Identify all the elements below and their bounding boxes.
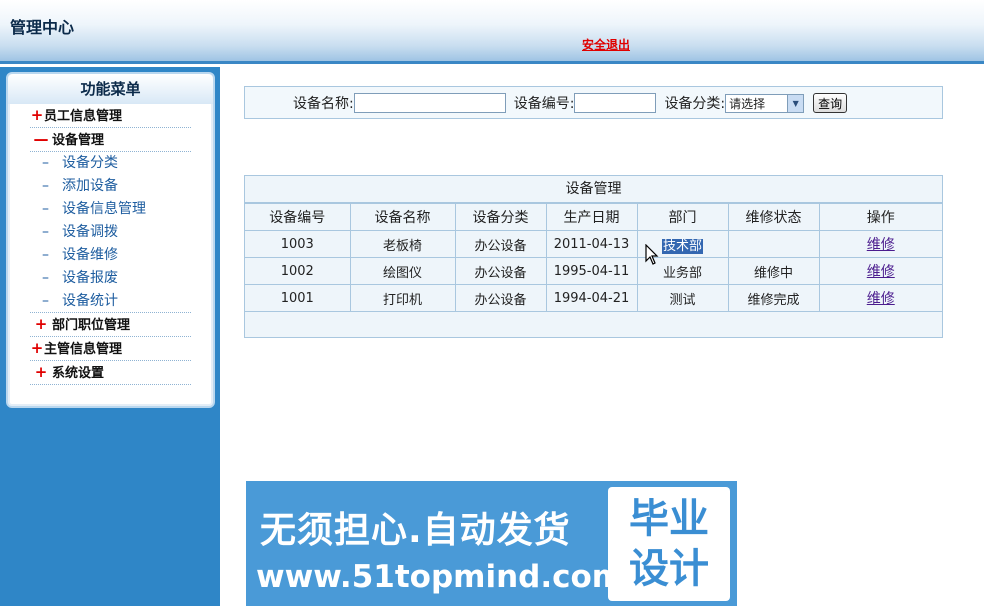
table-caption: 设备管理: [245, 176, 942, 203]
cell-number: 1003: [245, 230, 351, 258]
dash-icon: –: [42, 155, 49, 171]
menu-group-settings[interactable]: + 系统设置: [30, 361, 191, 385]
number-label: 设备编号:: [513, 96, 575, 112]
dropdown-arrow-icon[interactable]: ▼: [787, 94, 804, 112]
category-label: 设备分类:: [664, 96, 726, 112]
app-title: 管理中心: [10, 18, 75, 37]
table-row: 1001 打印机 办公设备 1994-04-21 测试 维修完成 维修: [245, 284, 942, 312]
badge-line1: 毕业: [629, 496, 709, 542]
cell-category: 办公设备: [454, 257, 547, 285]
column-header: 部门: [636, 203, 729, 231]
column-header: 维修状态: [727, 203, 820, 231]
dash-icon: –: [42, 178, 49, 194]
menu-group-department[interactable]: + 部门职位管理: [30, 313, 191, 337]
cell-date: 1994-04-21: [545, 284, 638, 312]
mouse-cursor-icon: [645, 244, 659, 265]
equipment-number-input[interactable]: [574, 93, 657, 113]
menu-group-label: 设备管理: [52, 133, 105, 148]
menu-item-label: 设备统计: [62, 293, 118, 309]
menu-group-equipment[interactable]: — 设备管理: [30, 128, 191, 152]
menu-item-add-equipment[interactable]: – 添加设备: [30, 175, 191, 198]
cell-number: 1001: [245, 284, 351, 312]
banner-badge: 毕业 设计: [608, 487, 730, 601]
cell-repair-status: 维修完成: [727, 284, 820, 312]
category-select[interactable]: 请选择 ▼: [725, 93, 805, 113]
dash-icon: –: [42, 247, 49, 263]
menu-item-label: 设备信息管理: [62, 201, 146, 217]
cell-department: 测试: [636, 284, 729, 312]
cell-name: 打印机: [349, 284, 456, 312]
column-header: 设备编号: [245, 203, 351, 231]
menu-group-label: 系统设置: [52, 366, 105, 381]
repair-link[interactable]: 维修: [867, 264, 895, 280]
menu-item-equipment-transfer[interactable]: – 设备调拨: [30, 221, 191, 244]
function-menu: 功能菜单 +员工信息管理 — 设备管理 – 设备分类 – 添加设备 – 设备信息管理 –…: [6, 72, 215, 408]
app-header: 管理中心 安全退出: [0, 0, 984, 64]
cell-action: 维修: [818, 230, 942, 258]
menu-item-equipment-category[interactable]: – 设备分类: [30, 152, 191, 175]
menu-item-equipment-scrap[interactable]: – 设备报废: [30, 267, 191, 290]
dash-icon: –: [42, 224, 49, 240]
cell-name: 绘图仪: [349, 257, 456, 285]
table-header-row: 设备编号 设备名称 设备分类 生产日期 部门 维修状态 操作: [245, 203, 942, 231]
repair-link[interactable]: 维修: [867, 237, 895, 253]
banner-url: www.51topmind.com: [256, 559, 625, 595]
cell-category: 办公设备: [454, 284, 547, 312]
cell-action: 维修: [818, 257, 942, 285]
logout-link[interactable]: 安全退出: [582, 36, 630, 53]
cell-date: 1995-04-11: [545, 257, 638, 285]
menu-item-label: 设备调拨: [62, 224, 118, 240]
menu-item-equipment-repair[interactable]: – 设备维修: [30, 244, 191, 267]
menu-group-employee[interactable]: +员工信息管理: [30, 104, 191, 128]
expand-plus-icon: +: [34, 363, 48, 381]
cell-repair-status: 维修中: [727, 257, 820, 285]
query-button[interactable]: 查询: [813, 93, 848, 113]
menu-list: +员工信息管理 — 设备管理 – 设备分类 – 添加设备 – 设备信息管理 – 设备调拨 …: [30, 104, 191, 385]
column-header: 设备名称: [349, 203, 456, 231]
menu-group-label: 员工信息管理: [44, 109, 123, 124]
expand-plus-icon: +: [30, 106, 44, 124]
menu-item-equipment-info[interactable]: – 设备信息管理: [30, 198, 191, 221]
name-label: 设备名称:: [293, 96, 354, 112]
cell-category: 办公设备: [454, 230, 547, 258]
dash-icon: –: [42, 201, 49, 217]
menu-item-label: 设备维修: [62, 247, 118, 263]
cell-name: 老板椅: [349, 230, 456, 258]
equipment-name-input[interactable]: [353, 93, 506, 113]
selected-text: 技术部: [661, 238, 703, 254]
equipment-table-panel: 设备管理 设备编号 设备名称 设备分类 生产日期 部门 维修状态 操作 1003…: [244, 175, 943, 338]
expand-plus-icon: +: [30, 339, 44, 357]
column-header: 设备分类: [454, 203, 547, 231]
expand-plus-icon: +: [34, 315, 48, 333]
cell-action: 维修: [818, 284, 942, 312]
column-header: 操作: [818, 203, 942, 231]
menu-group-label: 主管信息管理: [44, 342, 123, 357]
sidebar: 功能菜单 +员工信息管理 — 设备管理 – 设备分类 – 添加设备 – 设备信息管理 –…: [0, 67, 220, 606]
table-row: 1003 老板椅 办公设备 2011-04-13 技术部 维修: [245, 230, 942, 258]
menu-item-label: 设备分类: [62, 155, 118, 171]
banner-slogan: 无须担心.自动发货: [260, 510, 571, 551]
category-selected-value: 请选择: [729, 96, 766, 111]
menu-item-label: 添加设备: [62, 178, 118, 194]
dash-icon: –: [42, 293, 49, 309]
menu-group-supervisor[interactable]: +主管信息管理: [30, 337, 191, 361]
equipment-table: 设备编号 设备名称 设备分类 生产日期 部门 维修状态 操作 1003 老板椅 …: [245, 203, 942, 312]
menu-group-label: 部门职位管理: [52, 318, 131, 333]
search-bar: 设备名称: 设备编号: 设备分类: 请选择 ▼ 查询: [244, 86, 943, 119]
dash-icon: –: [42, 270, 49, 286]
table-row: 1002 绘图仪 办公设备 1995-04-11 业务部 维修中 维修: [245, 257, 942, 285]
cell-repair-status: [727, 230, 820, 258]
cell-date: 2011-04-13: [545, 230, 638, 258]
column-header: 生产日期: [545, 203, 638, 231]
badge-line2: 设计: [629, 546, 709, 592]
cell-number: 1002: [245, 257, 351, 285]
collapse-minus-icon: —: [33, 130, 49, 148]
promo-banner: 无须担心.自动发货 www.51topmind.com 毕业 设计: [246, 481, 737, 606]
menu-title: 功能菜单: [8, 74, 213, 104]
menu-item-label: 设备报废: [62, 270, 118, 286]
repair-link[interactable]: 维修: [867, 291, 895, 307]
menu-item-equipment-stats[interactable]: – 设备统计: [30, 290, 191, 313]
